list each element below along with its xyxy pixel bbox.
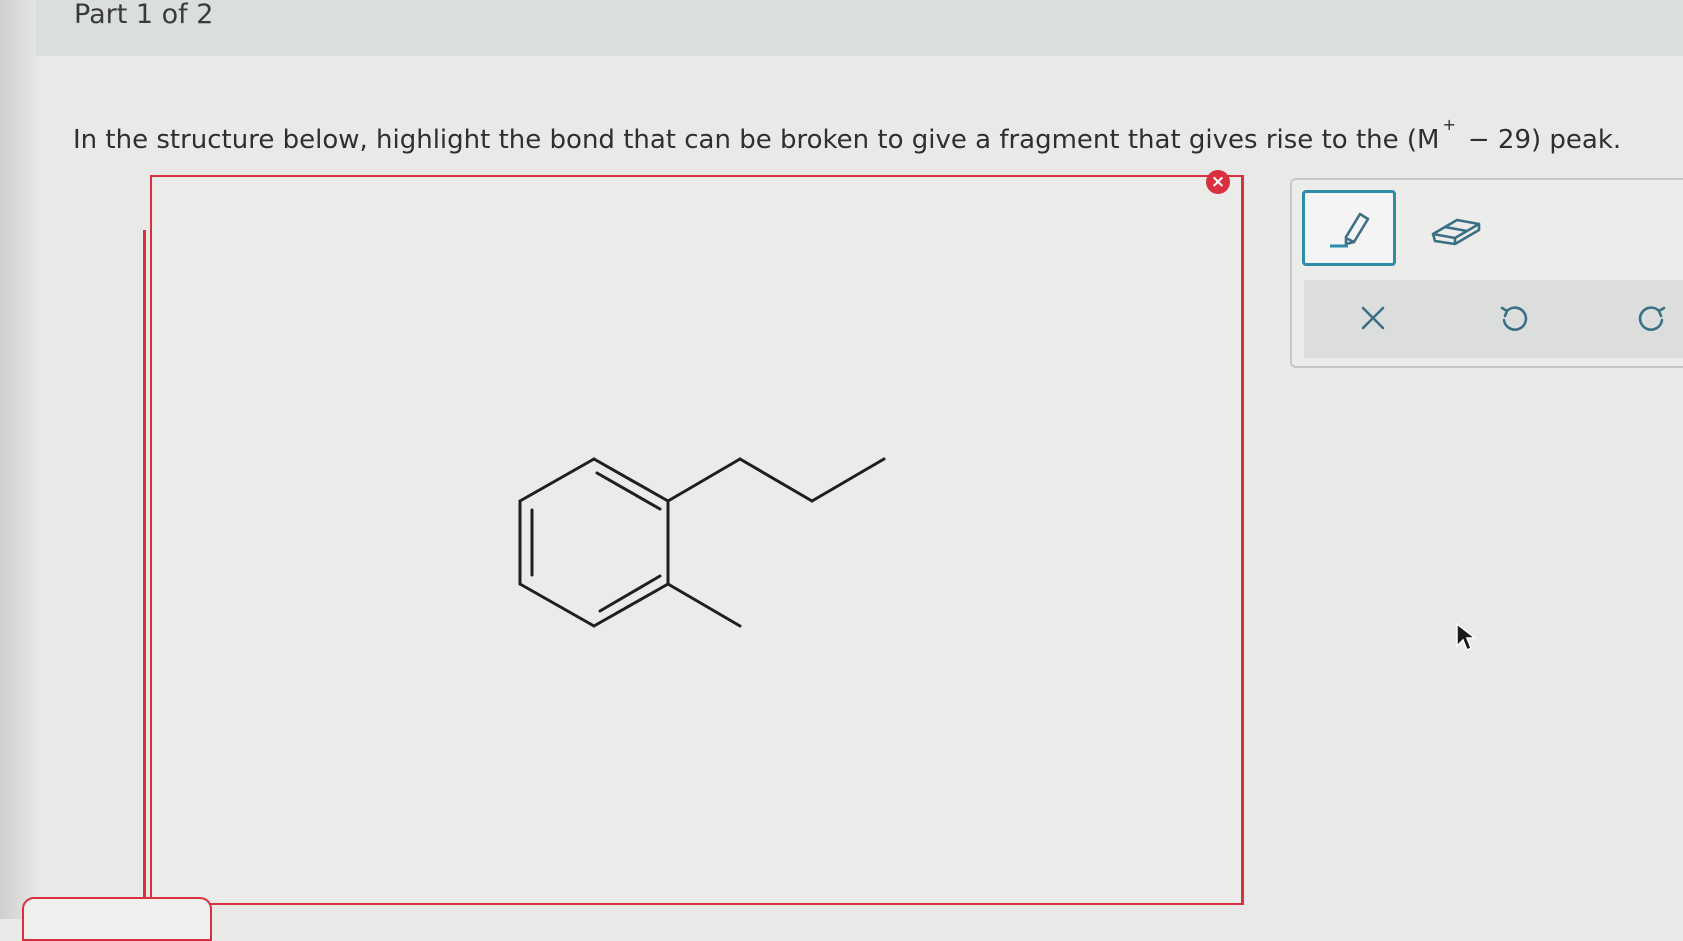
highlighter-tool-button[interactable] [1302, 190, 1396, 266]
ring-bond-top-right[interactable] [592, 457, 670, 503]
canvas-left-edge [143, 230, 146, 920]
eraser-tool-button[interactable] [1408, 190, 1502, 266]
part-header: Part 1 of 2 [36, 0, 1683, 56]
question-text-end: − 29) peak. [1467, 125, 1622, 155]
tool-panel [1290, 178, 1683, 368]
undo-icon [1500, 306, 1528, 331]
question-text: In the structure below, highlight the bo… [73, 107, 1653, 158]
undo-button[interactable] [1466, 280, 1560, 356]
redo-button[interactable] [1606, 280, 1683, 356]
clear-button[interactable] [1326, 280, 1420, 356]
question-text-main: In the structure below, highlight the bo… [73, 125, 1440, 155]
page-edge [0, 0, 38, 919]
ring-bond-bottom-right[interactable] [592, 582, 670, 628]
eraser-icon [1431, 218, 1481, 246]
bottom-tab[interactable] [22, 897, 212, 941]
part-label: Part 1 of 2 [74, 0, 214, 30]
molecule-structure[interactable] [150, 175, 1244, 905]
ring-bond-bottom-left[interactable] [518, 582, 596, 628]
close-icon [1361, 306, 1385, 330]
action-row [1304, 280, 1683, 358]
propyl-bond-3[interactable] [810, 457, 886, 503]
ring-bond-top-left[interactable] [518, 457, 596, 503]
pen-icon [1330, 212, 1370, 248]
propyl-bond-1[interactable] [666, 457, 742, 503]
redo-icon [1638, 306, 1666, 331]
error-badge-icon: × [1206, 170, 1230, 194]
question-superscript: + [1442, 115, 1456, 134]
mouse-cursor-icon [1456, 622, 1477, 652]
methyl-bond[interactable] [666, 582, 742, 628]
propyl-bond-2[interactable] [738, 457, 814, 503]
